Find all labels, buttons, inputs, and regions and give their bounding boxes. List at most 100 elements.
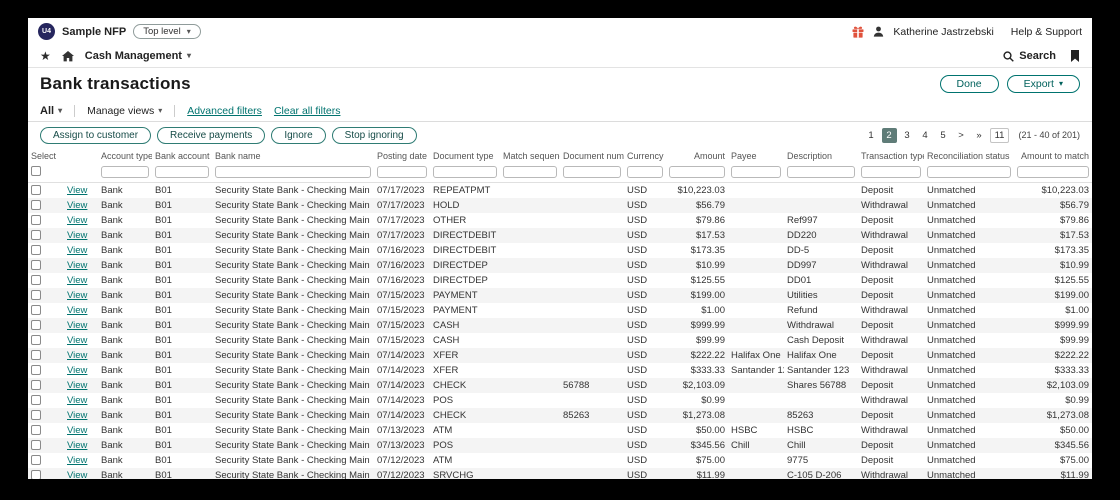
column-filter-input[interactable] <box>627 166 663 178</box>
view-link[interactable]: View <box>67 350 87 361</box>
column-filter-input[interactable] <box>377 166 427 178</box>
search-button[interactable]: Search <box>1003 50 1056 62</box>
column-header[interactable]: Currency <box>624 148 666 161</box>
column-header[interactable]: Select <box>28 148 64 161</box>
view-link[interactable]: View <box>67 200 87 211</box>
row-checkbox[interactable] <box>31 334 41 345</box>
column-header[interactable]: Reconciliation status <box>924 148 1014 161</box>
view-link[interactable]: View <box>67 365 87 376</box>
view-link[interactable]: View <box>67 305 87 316</box>
column-filter-input[interactable] <box>927 166 1011 178</box>
row-checkbox[interactable] <box>31 319 41 330</box>
action-button[interactable]: Stop ignoring <box>331 126 417 144</box>
row-checkbox[interactable] <box>31 289 41 300</box>
home-icon[interactable] <box>61 50 74 62</box>
view-link[interactable]: View <box>67 335 87 346</box>
view-link[interactable]: View <box>67 260 87 271</box>
column-filter-input[interactable] <box>787 166 855 178</box>
row-checkbox[interactable] <box>31 214 41 225</box>
last-page-button[interactable]: 11 <box>989 127 1010 143</box>
cell <box>560 453 624 468</box>
cell: $79.86 <box>1059 214 1089 226</box>
page-button[interactable]: 1 <box>864 128 879 143</box>
column-filter-input[interactable] <box>433 166 497 178</box>
column-header[interactable]: Transaction type <box>858 148 924 161</box>
view-link[interactable]: View <box>67 320 87 331</box>
column-filter-input[interactable] <box>101 166 149 178</box>
column-filter-input[interactable] <box>215 166 371 178</box>
column-filter-input[interactable] <box>155 166 209 178</box>
column-filter-input[interactable] <box>1017 166 1089 178</box>
row-checkbox[interactable] <box>31 364 41 375</box>
export-button[interactable]: Export ▾ <box>1006 75 1080 93</box>
row-checkbox[interactable] <box>31 229 41 240</box>
view-link[interactable]: View <box>67 275 87 286</box>
row-checkbox[interactable] <box>31 304 41 315</box>
row-checkbox[interactable] <box>31 469 41 479</box>
action-button[interactable]: Receive payments <box>157 126 266 144</box>
row-checkbox[interactable] <box>31 379 41 390</box>
page-button[interactable]: 2 <box>881 127 897 143</box>
row-checkbox[interactable] <box>31 259 41 270</box>
page-button[interactable]: 4 <box>918 128 933 143</box>
module-selector[interactable]: Cash Management ▾ <box>85 50 191 62</box>
page-button[interactable]: 5 <box>936 128 951 143</box>
bookmark-icon[interactable] <box>1070 50 1080 62</box>
view-link[interactable]: View <box>67 455 87 466</box>
row-checkbox[interactable] <box>31 244 41 255</box>
column-header[interactable]: Amount <box>666 148 728 161</box>
row-checkbox[interactable] <box>31 409 41 420</box>
whats-new-gift-icon[interactable] <box>852 26 864 38</box>
clear-all-filters-link[interactable]: Clear all filters <box>274 105 341 117</box>
action-button[interactable]: Assign to customer <box>40 126 152 144</box>
column-header[interactable]: Payee <box>728 148 784 161</box>
view-dropdown[interactable]: All ▾ <box>40 105 62 117</box>
row-checkbox[interactable] <box>31 274 41 285</box>
view-link[interactable]: View <box>67 425 87 436</box>
user-name[interactable]: Katherine Jastrzebski <box>893 26 993 38</box>
row-checkbox[interactable] <box>31 349 41 360</box>
column-header[interactable]: Description <box>784 148 858 161</box>
view-link[interactable]: View <box>67 470 87 480</box>
view-link[interactable]: View <box>67 230 87 241</box>
column-filter-input[interactable] <box>861 166 921 178</box>
column-filter-input[interactable] <box>669 166 725 178</box>
view-link[interactable]: View <box>67 215 87 226</box>
select-all-checkbox[interactable] <box>31 165 41 176</box>
row-checkbox[interactable] <box>31 439 41 450</box>
view-link[interactable]: View <box>67 185 87 196</box>
view-link[interactable]: View <box>67 380 87 391</box>
row-checkbox[interactable] <box>31 454 41 465</box>
row-checkbox[interactable] <box>31 199 41 210</box>
row-checkbox[interactable] <box>31 424 41 435</box>
column-header[interactable]: Document type <box>430 148 500 161</box>
help-support-link[interactable]: Help & Support <box>1011 26 1082 38</box>
view-link[interactable]: View <box>67 395 87 406</box>
column-filter-input[interactable] <box>503 166 557 178</box>
column-filter-input[interactable] <box>731 166 781 178</box>
view-link[interactable]: View <box>67 410 87 421</box>
column-header[interactable]: Bank name <box>212 148 374 161</box>
advanced-filters-link[interactable]: Advanced filters <box>187 105 262 117</box>
action-button[interactable]: Ignore <box>271 126 326 144</box>
column-header[interactable]: Amount to match <box>1014 148 1092 161</box>
column-header[interactable]: Document number <box>560 148 624 161</box>
cell: Unmatched <box>927 214 976 226</box>
column-filter-input[interactable] <box>563 166 621 178</box>
view-link[interactable]: View <box>67 440 87 451</box>
view-link[interactable]: View <box>67 290 87 301</box>
page-button[interactable]: 3 <box>900 128 915 143</box>
scope-selector[interactable]: Top level ▾ <box>133 24 201 39</box>
next-page-button[interactable]: > <box>954 128 969 143</box>
column-header[interactable]: Bank account ID <box>152 148 212 161</box>
row-checkbox[interactable] <box>31 394 41 405</box>
done-button[interactable]: Done <box>939 75 999 93</box>
last-page-arrow-button[interactable]: » <box>972 128 987 143</box>
view-link[interactable]: View <box>67 245 87 256</box>
manage-views-dropdown[interactable]: Manage views ▾ <box>87 105 162 117</box>
column-header[interactable]: Posting date <box>374 148 430 161</box>
column-header[interactable]: Match sequence <box>500 148 560 161</box>
row-checkbox[interactable] <box>31 185 41 196</box>
favorites-star-icon[interactable]: ★ <box>40 50 51 62</box>
column-header[interactable]: Account type <box>98 148 152 161</box>
